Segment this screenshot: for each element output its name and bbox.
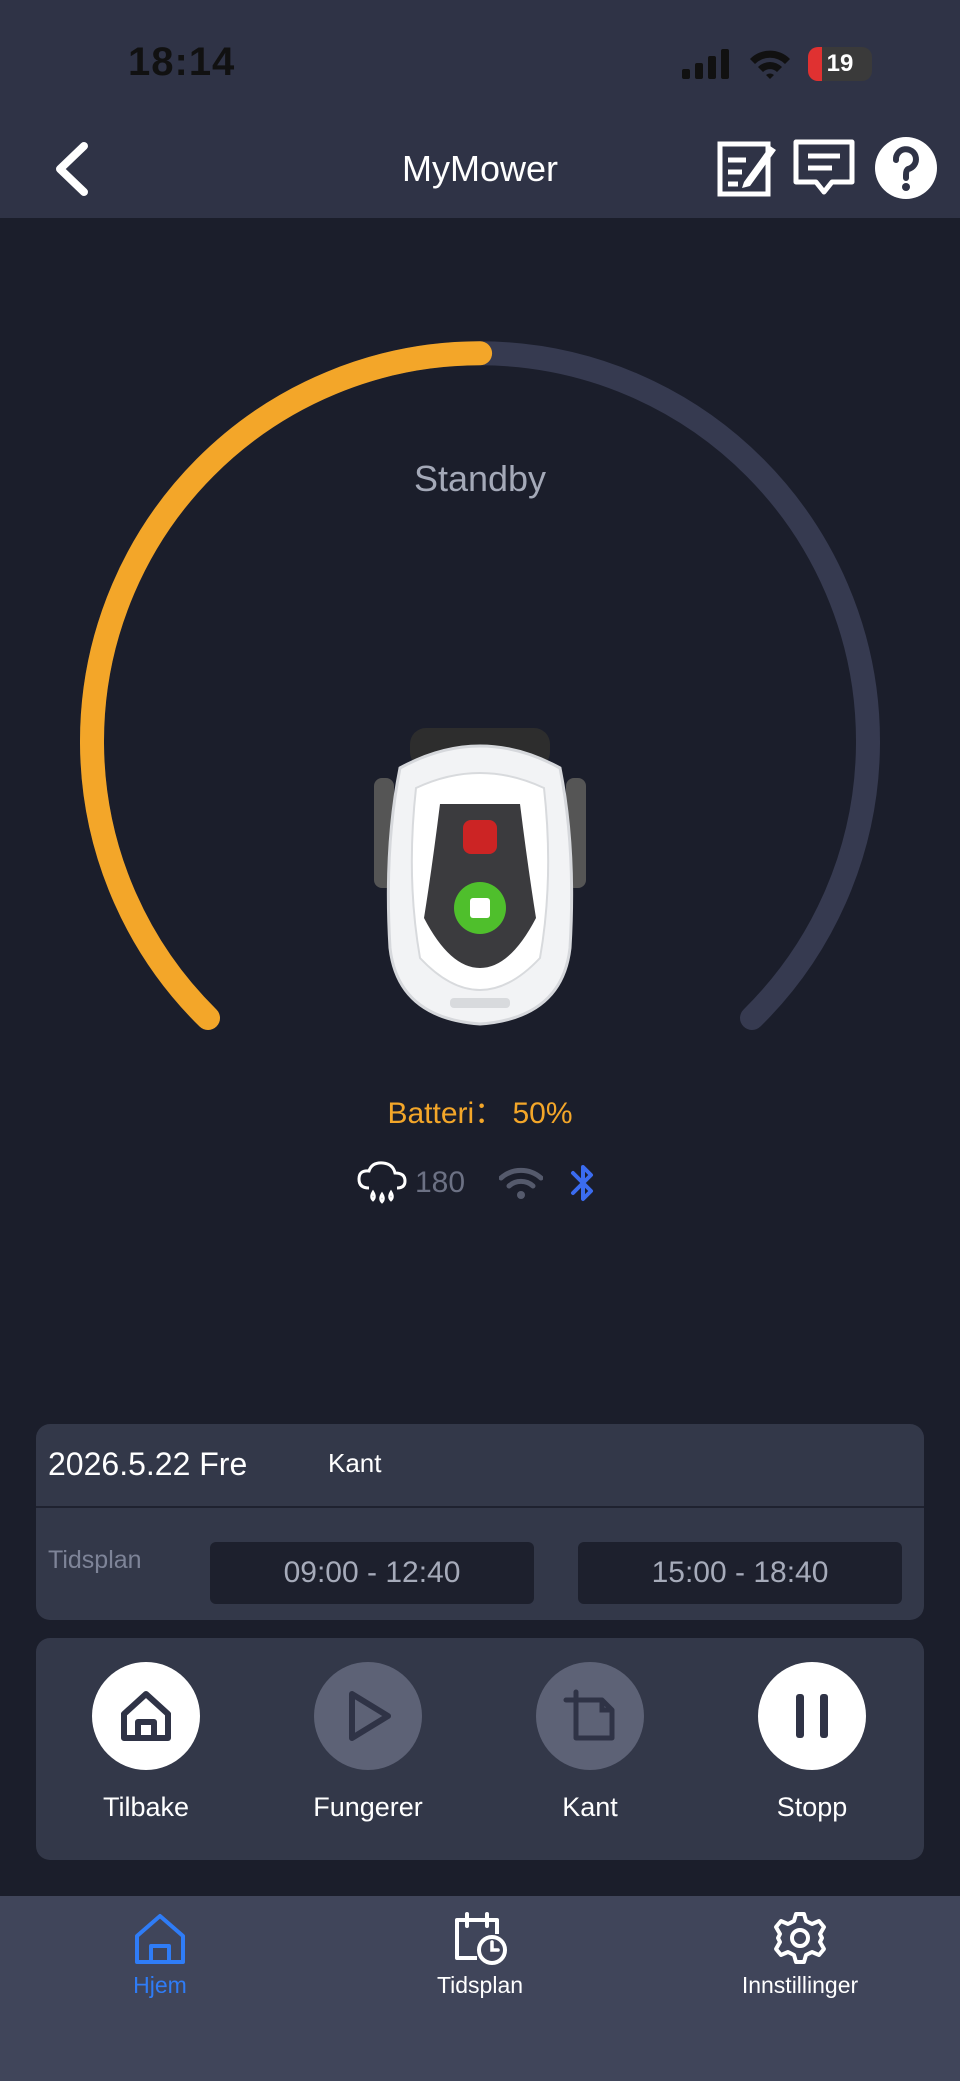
stop-button[interactable]: Stopp <box>722 1662 902 1842</box>
action-label: Stopp <box>776 1792 848 1822</box>
schedule-slot[interactable]: 15:00 - 18:40 <box>578 1542 902 1604</box>
tab-schedule[interactable]: Tidsplan <box>360 1910 600 1999</box>
tab-label: Innstillinger <box>741 1972 859 1998</box>
wifi-icon <box>499 1167 544 1199</box>
schedule-label: Tidsplan <box>48 1546 142 1574</box>
battery-label: Batteri： 50% <box>387 1097 573 1130</box>
play-icon <box>349 1691 391 1741</box>
mower-image <box>374 728 586 1026</box>
gear-icon <box>774 1912 826 1964</box>
tab-label: Hjem <box>133 1972 187 1998</box>
calendar-clock-icon <box>455 1912 507 1965</box>
schedule-date: 2026.5.22 Fre <box>48 1446 248 1482</box>
cellular-signal-icon <box>682 49 729 79</box>
home-icon <box>121 1691 171 1741</box>
device-indicators: 180 <box>0 1158 960 1208</box>
schedule-header: 2026.5.22 Fre Kant <box>36 1424 924 1508</box>
schedule-slot[interactable]: 09:00 - 12:40 <box>210 1542 534 1604</box>
start-mowing-button[interactable]: Fungerer <box>278 1662 458 1842</box>
main-content: Standby Batteri： 50% 180 2026.5.22 Fre K… <box>0 218 960 1896</box>
status-bar: 18:14 19 <box>0 0 960 120</box>
action-label: Tilbake <box>102 1792 190 1822</box>
battery-indicator: 19 <box>808 47 872 81</box>
schedule-mode: Kant <box>328 1448 382 1478</box>
tab-settings[interactable]: Innstillinger <box>680 1910 920 1999</box>
rain-value: 180 <box>414 1166 466 1199</box>
status-icons: 19 <box>682 44 872 84</box>
action-label: Kant <box>562 1792 618 1822</box>
message-icon[interactable] <box>792 136 856 200</box>
action-label: Fungerer <box>313 1792 423 1822</box>
tab-label: Tidsplan <box>436 1972 524 1998</box>
edit-note-icon[interactable] <box>714 136 778 200</box>
device-status: Standby <box>413 458 547 499</box>
edge-icon <box>563 1689 615 1741</box>
status-time: 18:14 <box>128 40 236 84</box>
home-icon <box>135 1914 185 1964</box>
wifi-status-icon <box>750 50 790 79</box>
nav-bar: MyMower <box>0 120 960 218</box>
battery-level: 19 <box>826 50 854 77</box>
edge-cut-button[interactable]: Kant <box>500 1662 680 1842</box>
schedule-card[interactable]: 2026.5.22 Fre Kant Tidsplan 09:00 - 12:4… <box>36 1424 924 1620</box>
tab-bar: Hjem Tidsplan Innstillinger <box>0 1896 960 2081</box>
rain-sensor-icon <box>357 1161 407 1204</box>
return-home-button[interactable]: Tilbake <box>56 1662 236 1842</box>
tab-home[interactable]: Hjem <box>40 1910 280 1999</box>
actions-card: Tilbake Fungerer Kant Stopp <box>36 1638 924 1860</box>
pause-icon <box>796 1694 828 1738</box>
bluetooth-icon <box>571 1165 594 1201</box>
help-icon[interactable] <box>874 136 938 200</box>
